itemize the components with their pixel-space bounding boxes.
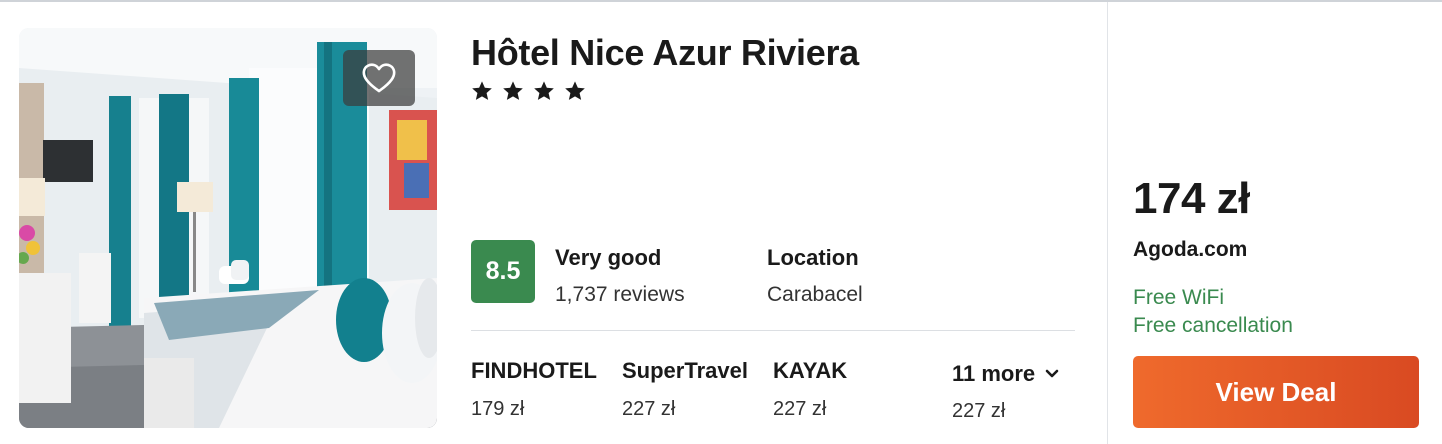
star-icon — [472, 81, 492, 100]
location-info: Location Carabacel — [767, 245, 863, 307]
review-summary[interactable]: Very good 1,737 reviews — [555, 245, 685, 307]
star-icon — [565, 81, 585, 100]
provider-name: FINDHOTEL — [471, 358, 597, 383]
more-providers-label: 11 more — [952, 361, 1036, 386]
provider-price: 227 zł — [773, 398, 827, 420]
deal-price[interactable]: 174 zł — [1133, 174, 1250, 224]
star-rating — [471, 80, 586, 102]
review-score-badge: 8.5 — [471, 240, 535, 303]
hotel-result-card: Hôtel Nice Azur Riviera 8.5 Very good 1,… — [0, 0, 1442, 444]
deal-site[interactable]: Agoda.com — [1133, 238, 1247, 262]
favorite-button[interactable] — [343, 50, 415, 106]
provider-price: 179 zł — [471, 398, 525, 420]
heart-icon — [362, 63, 396, 93]
review-count: 1,737 reviews — [555, 283, 685, 306]
column-divider — [1107, 2, 1108, 444]
hotel-name[interactable]: Hôtel Nice Azur Riviera — [471, 32, 859, 74]
more-providers-button[interactable]: 11 more 227 zł — [952, 361, 1059, 423]
provider-kayak[interactable]: KAYAK 227 zł — [773, 358, 847, 421]
feature-free-wifi: Free WiFi — [1133, 286, 1224, 309]
provider-findhotel[interactable]: FINDHOTEL 179 zł — [471, 358, 597, 421]
feature-free-cancellation: Free cancellation — [1133, 314, 1293, 337]
provider-name: KAYAK — [773, 358, 848, 383]
location-label: Location — [767, 245, 859, 270]
star-icon — [534, 81, 554, 100]
provider-price: 227 zł — [622, 398, 676, 420]
review-rating-label: Very good — [555, 245, 662, 270]
provider-supertravel[interactable]: SuperTravel 227 zł — [622, 358, 748, 421]
divider — [471, 330, 1075, 331]
provider-name: SuperTravel — [622, 358, 748, 383]
chevron-down-icon — [1045, 369, 1059, 378]
location-value: Carabacel — [767, 283, 863, 306]
more-providers-price: 227 zł — [952, 400, 1006, 422]
view-deal-button[interactable]: View Deal — [1133, 356, 1419, 428]
star-icon — [503, 81, 523, 100]
